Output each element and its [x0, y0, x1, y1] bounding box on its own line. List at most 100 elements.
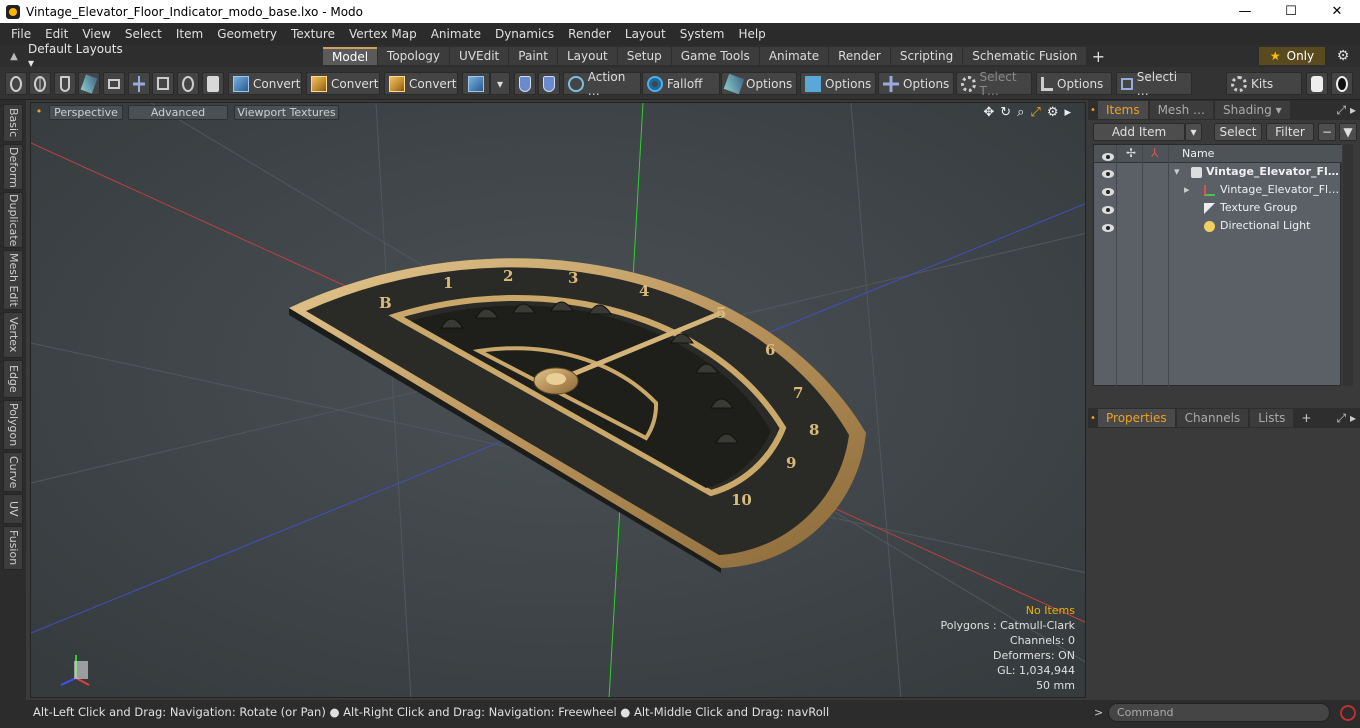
visibility-eye-icon[interactable] — [1102, 166, 1114, 178]
tab-scripting[interactable]: Scripting — [890, 47, 963, 65]
menu-vertex-map[interactable]: Vertex Map — [342, 23, 424, 45]
selection-button[interactable]: Selecti … — [1116, 70, 1192, 98]
unity-button[interactable] — [1306, 72, 1328, 95]
vertex-mode-button[interactable] — [5, 72, 27, 95]
polygon-mode-button[interactable] — [128, 72, 150, 95]
tab-uvedit[interactable]: UVEdit — [450, 47, 509, 65]
record-macro-icon[interactable] — [1340, 705, 1356, 721]
default-layouts-dropdown[interactable]: Default Layouts ▾ — [28, 42, 128, 70]
brush-tool-button[interactable] — [78, 72, 100, 95]
item-mode-button[interactable] — [152, 72, 174, 95]
symmetry-button[interactable] — [514, 72, 536, 95]
select-through-button[interactable]: Select T… — [956, 70, 1032, 98]
convert-button-2[interactable]: Convert — [306, 72, 380, 95]
tab-channels[interactable]: Channels — [1176, 409, 1249, 427]
convert-button-1[interactable]: Convert — [228, 72, 302, 95]
menu-layout[interactable]: Layout — [618, 23, 673, 45]
tab-render[interactable]: Render — [829, 47, 890, 65]
pen-tool-button[interactable] — [54, 72, 76, 95]
add-item-dropdown[interactable]: ▾ — [1185, 123, 1202, 141]
options-button-2[interactable]: Options — [800, 72, 876, 95]
cube-primitive-button[interactable] — [462, 72, 490, 95]
vtab-basic[interactable]: Basic — [3, 104, 23, 142]
expand-arrow-icon[interactable]: ▾ — [1174, 165, 1180, 178]
pan-icon[interactable]: ✥ — [983, 105, 994, 120]
item-row-scene[interactable]: ▾ Vintage_Elevator_Flo… — [1094, 163, 1342, 181]
funnel-filter-icon[interactable]: ▼ — [1339, 123, 1357, 141]
menu-help[interactable]: Help — [731, 23, 772, 45]
tab-model[interactable]: Model — [323, 47, 378, 65]
add-tab-button[interactable]: + — [1087, 47, 1109, 66]
vtab-curve[interactable]: Curve — [3, 452, 23, 492]
maximize-viewport-icon[interactable]: ⤢ — [1030, 105, 1040, 120]
menu-animate[interactable]: Animate — [424, 23, 488, 45]
select-button[interactable]: Select — [1214, 123, 1262, 141]
action-center-button[interactable]: Action … — [563, 70, 641, 98]
filter-button[interactable]: Filter — [1266, 123, 1314, 141]
tab-layout[interactable]: Layout — [557, 47, 617, 65]
item-row-mesh[interactable]: ▸ Vintage_Elevator_Floo… — [1094, 181, 1342, 199]
menu-geometry[interactable]: Geometry — [210, 23, 284, 45]
options-button-1[interactable]: Options — [721, 72, 797, 95]
tab-topology[interactable]: Topology — [378, 47, 450, 65]
vtab-vertex[interactable]: Vertex — [3, 312, 23, 358]
zoom-icon[interactable]: ⌕ — [1017, 105, 1024, 120]
visibility-eye-icon[interactable] — [1102, 202, 1114, 214]
vtab-uv[interactable]: UV — [3, 494, 23, 524]
menu-texture[interactable]: Texture — [284, 23, 342, 45]
panel-menu-dot-icon[interactable]: • — [1088, 105, 1098, 116]
layout-settings-gear-icon[interactable]: ⚙ — [1332, 47, 1354, 65]
3d-viewport[interactable]: B 1 2 3 4 5 6 7 8 9 10 • Perspective Adv… — [30, 102, 1086, 698]
maximize-button[interactable]: ☐ — [1268, 0, 1314, 23]
tab-paint[interactable]: Paint — [509, 47, 557, 65]
collapse-list-button[interactable]: − — [1318, 123, 1336, 141]
viewport-settings-gear-icon[interactable]: ⚙ — [1047, 105, 1059, 120]
menu-render[interactable]: Render — [561, 23, 618, 45]
perspective-dropdown[interactable]: Perspective — [49, 105, 123, 120]
tab-animate[interactable]: Animate — [759, 47, 829, 65]
edge-mode-button[interactable] — [103, 72, 125, 95]
menu-system[interactable]: System — [673, 23, 732, 45]
viewport-expand-icon[interactable]: ▸ — [1064, 105, 1071, 120]
item-row-texture-group[interactable]: Texture Group — [1094, 199, 1342, 217]
tab-items[interactable]: Items — [1098, 101, 1148, 119]
vtab-edge[interactable]: Edge — [3, 360, 23, 398]
visibility-eye-icon[interactable] — [1102, 220, 1114, 232]
command-history-arrow-icon[interactable]: > — [1094, 706, 1103, 719]
convert-button-3[interactable]: Convert — [384, 72, 458, 95]
options-button-4[interactable]: Options — [1036, 72, 1112, 95]
vtab-duplicate[interactable]: Duplicate — [3, 192, 23, 248]
vtab-deform[interactable]: Deform — [3, 144, 23, 190]
kits-button[interactable]: Kits — [1226, 72, 1302, 95]
snap-button[interactable] — [538, 72, 560, 95]
minimize-button[interactable]: — — [1222, 0, 1268, 23]
material-mode-button[interactable] — [177, 72, 199, 95]
viewport-canvas[interactable]: B 1 2 3 4 5 6 7 8 9 10 — [31, 103, 1086, 698]
tab-properties[interactable]: Properties — [1098, 409, 1175, 427]
properties-menu-dot-icon[interactable]: • — [1088, 413, 1098, 424]
tab-mesh[interactable]: Mesh … — [1149, 101, 1213, 119]
vtab-fusion[interactable]: Fusion — [3, 526, 23, 570]
add-item-button[interactable]: Add Item — [1093, 123, 1185, 141]
viewport-textures-dropdown[interactable]: Viewport Textures — [234, 105, 339, 120]
command-input[interactable] — [1108, 703, 1330, 722]
properties-expand-icons[interactable]: ⤢ ▸ — [1337, 411, 1356, 426]
falloff-button[interactable]: Falloff — [642, 72, 720, 95]
add-properties-tab-button[interactable]: + — [1295, 411, 1317, 425]
tab-lists[interactable]: Lists — [1250, 409, 1294, 427]
close-button[interactable]: ✕ — [1314, 0, 1360, 23]
collapse-toolbar-icon[interactable]: ▲ — [0, 51, 28, 62]
tab-shading[interactable]: Shading ▾ — [1215, 101, 1290, 119]
tab-setup[interactable]: Setup — [617, 47, 671, 65]
visibility-eye-icon[interactable] — [1102, 184, 1114, 196]
shaded-cube-button[interactable] — [202, 72, 224, 95]
menu-item[interactable]: Item — [169, 23, 210, 45]
advanced-dropdown[interactable]: Advanced — [128, 105, 228, 120]
item-list[interactable]: ✢ ⅄ Name ▾ Vintage_Elevator_Flo… ▸ Vinta… — [1093, 144, 1342, 387]
vtab-mesh-edit[interactable]: Mesh Edit — [3, 250, 23, 310]
unreal-button[interactable] — [1331, 72, 1353, 95]
rotate-icon[interactable]: ↻ — [1000, 105, 1011, 120]
tab-game-tools[interactable]: Game Tools — [671, 47, 759, 65]
vtab-polygon[interactable]: Polygon — [3, 400, 23, 450]
viewport-menu-dot-icon[interactable]: • — [35, 105, 43, 120]
